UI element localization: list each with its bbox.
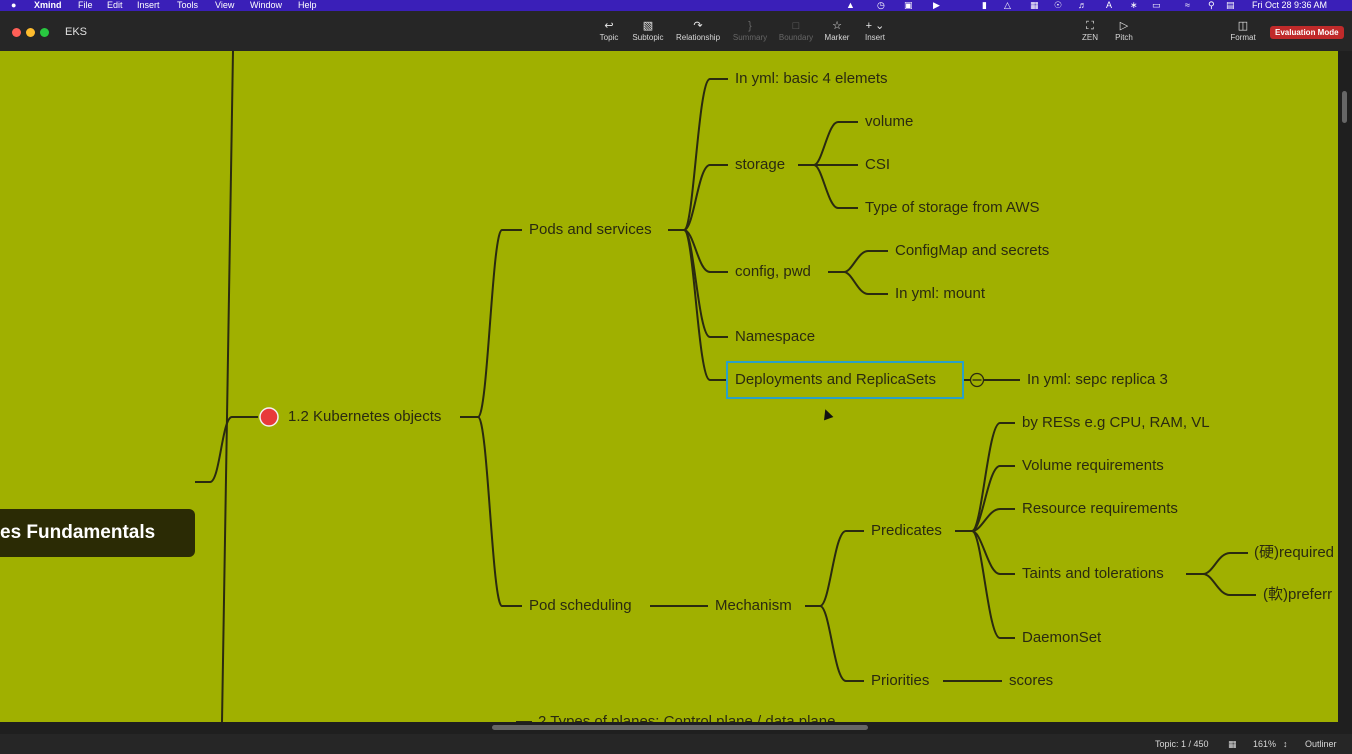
topic-by-res[interactable]: by RESs e.g CPU, RAM, VL (1022, 414, 1210, 432)
topic-pods-services[interactable]: Pods and services (529, 221, 652, 239)
topic-taints[interactable]: Taints and tolerations (1022, 565, 1164, 583)
status-bar: Topic: 1 / 450 ▦ 161% ↕ Outliner (0, 734, 1352, 754)
menu-help[interactable]: Help (298, 0, 317, 11)
topic-predicates[interactable]: Predicates (871, 522, 942, 540)
topic-volume[interactable]: volume (865, 113, 913, 131)
input-source-icon[interactable]: A (1106, 0, 1112, 11)
topic-yml-basic[interactable]: In yml: basic 4 elemets (735, 70, 888, 88)
topic-storage-aws[interactable]: Type of storage from AWS (865, 199, 1040, 217)
topic-kubernetes-objects[interactable]: 1.2 Kubernetes objects (288, 408, 441, 426)
battery-icon[interactable]: ▭ (1152, 0, 1161, 11)
relationship-label: Relationship (675, 33, 721, 42)
app-toolbar: EKS ↩ Topic ▧ Subtopic ↷ Relationship } … (0, 11, 1352, 51)
time-machine-icon[interactable]: ☉ (1054, 0, 1062, 11)
topic-namespace[interactable]: Namespace (735, 328, 815, 346)
app-menu[interactable]: Xmind (34, 0, 62, 11)
extension-icon[interactable]: ▦ (1030, 0, 1039, 11)
topic-deployments[interactable]: Deployments and ReplicaSets (735, 371, 936, 389)
topic-label: Topic (599, 33, 619, 42)
summary-label: Summary (732, 33, 768, 42)
branch-pods-services (477, 229, 522, 418)
vertical-scroll-thumb[interactable] (1342, 91, 1347, 123)
status-app-icon[interactable]: ▲ (846, 0, 855, 11)
zoom-stepper-icon[interactable]: ↕ (1283, 734, 1288, 754)
apple-menu-icon[interactable]: ● (11, 0, 16, 11)
outliner-button[interactable]: Outliner (1305, 734, 1337, 754)
zoom-level[interactable]: 161% (1253, 734, 1276, 754)
menu-window[interactable]: Window (250, 0, 282, 11)
central-topic-label: es Fundamentals (0, 522, 156, 543)
menu-insert[interactable]: Insert (137, 0, 160, 11)
topic-pod-scheduling[interactable]: Pod scheduling (529, 597, 632, 615)
mindmap-canvas[interactable]: es Fundamentals 1.2 Kubernetes objects P… (0, 51, 1338, 722)
topic-yml-mount[interactable]: In yml: mount (895, 285, 985, 303)
relationship-icon: ↷ (693, 20, 703, 32)
format-panel-icon: ◫ (1237, 20, 1249, 32)
menu-file[interactable]: File (78, 0, 93, 11)
topic-volume-requirements[interactable]: Volume requirements (1022, 457, 1164, 475)
topic-csi[interactable]: CSI (865, 156, 890, 174)
topic-resource-requirements[interactable]: Resource requirements (1022, 500, 1178, 518)
pitch-button[interactable]: ▷ Pitch (1094, 19, 1154, 42)
plus-icon: + ⌄ (865, 20, 885, 32)
topic-required[interactable]: (硬)required (1254, 544, 1334, 562)
macos-menubar: ● Xmind File Edit Insert Tools View Wind… (0, 0, 1352, 11)
drive-icon[interactable]: △ (1004, 0, 1011, 11)
insert-button[interactable]: + ⌄ Insert (845, 19, 905, 42)
document-icon[interactable]: ▮ (982, 0, 987, 11)
menu-view[interactable]: View (215, 0, 234, 11)
format-label: Format (1230, 33, 1256, 42)
topic-scores[interactable]: scores (1009, 672, 1053, 690)
priority-marker-icon (259, 407, 279, 427)
menubar-clock[interactable]: Fri Oct 28 9:36 AM (1252, 0, 1327, 11)
branch-pod-scheduling (477, 416, 522, 607)
play-icon[interactable]: ▶ (933, 0, 940, 11)
clock-icon[interactable]: ◷ (877, 0, 885, 11)
document-title: EKS (65, 26, 88, 38)
topic-configmap[interactable]: ConfigMap and secrets (895, 242, 1049, 260)
central-topic[interactable]: es Fundamentals (0, 509, 195, 557)
spotlight-icon[interactable]: ⚲ (1208, 0, 1215, 11)
topic-daemonset[interactable]: DaemonSet (1022, 629, 1101, 647)
topic-types-of-planes[interactable]: 2 Types of planes: Control plane / data … (538, 713, 835, 722)
topic-preferred[interactable]: (軟)preferr (1263, 586, 1332, 604)
evaluation-mode-badge[interactable]: Evaluation Mode (1270, 26, 1344, 39)
trunk-line (221, 51, 234, 722)
menu-tools[interactable]: Tools (177, 0, 198, 11)
horizontal-scrollbar[interactable] (0, 722, 1352, 734)
pitch-label: Pitch (1115, 33, 1133, 42)
topic-mechanism[interactable]: Mechanism (715, 597, 792, 615)
format-button[interactable]: ◫ Format (1213, 19, 1273, 42)
topic-priorities[interactable]: Priorities (871, 672, 929, 690)
topic-yml-replica[interactable]: In yml: sepc replica 3 (1027, 371, 1168, 389)
control-center-icon[interactable]: ▤ (1226, 0, 1235, 11)
map-view-icon[interactable]: ▦ (1228, 734, 1237, 754)
topic-count: Topic: 1 / 450 (1155, 739, 1209, 749)
relationship-button[interactable]: ↷ Relationship (668, 19, 728, 42)
bluetooth-icon[interactable]: ∗ (1130, 0, 1138, 11)
insert-label: Insert (864, 33, 885, 42)
volume-icon[interactable]: ♬ (1078, 0, 1087, 11)
presentation-icon: ▷ (1119, 20, 1129, 32)
close-window-button[interactable] (12, 28, 21, 37)
subtopic-label: Subtopic (632, 33, 664, 42)
vertical-scrollbar[interactable] (1338, 51, 1352, 722)
zoom-window-button[interactable] (40, 28, 49, 37)
wifi-icon[interactable]: ≈ (1185, 0, 1190, 11)
menu-edit[interactable]: Edit (107, 0, 123, 11)
topic-config-pwd[interactable]: config, pwd (735, 263, 811, 281)
horizontal-scroll-thumb[interactable] (492, 725, 868, 730)
minimize-window-button[interactable] (26, 28, 35, 37)
screen-icon[interactable]: ▣ (904, 0, 913, 11)
topic-storage[interactable]: storage (735, 156, 785, 174)
